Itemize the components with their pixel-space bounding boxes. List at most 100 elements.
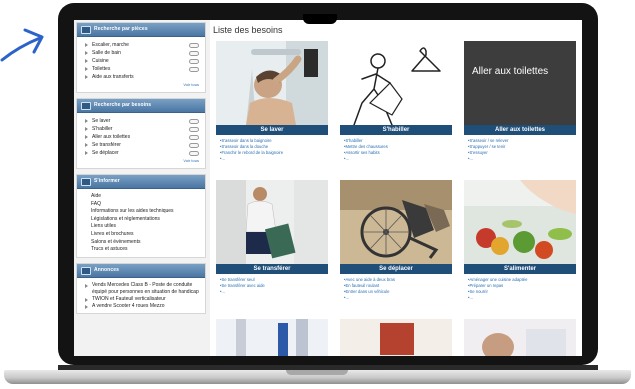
panel-icon: [81, 178, 91, 186]
card-label[interactable]: Se transférer: [216, 264, 328, 274]
card-overlay-text: Aller aux toilettes: [472, 66, 549, 77]
annonce-label: TWION et Fauteuil verticalisateur: [92, 295, 166, 302]
expand-triangle-icon: [85, 51, 88, 55]
info-link[interactable]: Salons et évènements: [91, 239, 199, 247]
card-link[interactable]: ...: [344, 295, 452, 301]
criterion-item[interactable]: Salle de bain: [85, 49, 199, 57]
card-photo-dressing-drawing[interactable]: [340, 41, 452, 125]
criterion-item[interactable]: Toilettes: [85, 65, 199, 73]
need-card-se-laver[interactable]: Se laver S'asseoir dans la baignoire S'a…: [216, 41, 328, 162]
laptop-screen: Recherche par pièces Escalier, marche Sa…: [74, 20, 582, 356]
expand-triangle-icon: [85, 67, 88, 71]
annonce-label: A vendre Scooter 4 roues Mezzo: [92, 302, 165, 309]
panel-title: Recherche par besoins: [94, 102, 152, 108]
card-photo-food[interactable]: [464, 180, 576, 264]
panel-header: Annonces: [77, 263, 205, 278]
expand-triangle-icon: [85, 297, 88, 302]
expand-triangle-icon: [85, 143, 88, 147]
info-link[interactable]: Législations et réglementations: [91, 216, 199, 224]
voir-tous-link[interactable]: Voir tous: [85, 81, 199, 89]
expand-triangle-icon: [85, 135, 88, 139]
panel-icon: [81, 266, 91, 275]
panel-header: S'informer: [77, 175, 205, 189]
info-link[interactable]: Trucs et astuces: [91, 246, 199, 254]
toggle-icon[interactable]: [189, 142, 199, 148]
criterion-label: Se transférer: [92, 142, 121, 148]
card-link[interactable]: ...: [220, 289, 328, 295]
need-card-aller-aux-toilettes[interactable]: Aller aux toilettes Aller aux toilettes …: [464, 41, 576, 162]
card-link-list: Avec une aide à deux bras En fauteuil ro…: [340, 274, 452, 301]
criterion-item[interactable]: S'habiller: [85, 125, 199, 133]
panel-header: Recherche par pièces: [77, 23, 205, 37]
need-card-row3-2[interactable]: [340, 319, 452, 356]
panel-icon: [81, 26, 91, 34]
scene: Recherche par pièces Escalier, marche Sa…: [0, 0, 635, 389]
panel-title: Annonces: [94, 266, 119, 273]
card-photo-transfer[interactable]: [216, 180, 328, 264]
expand-triangle-icon: [85, 127, 88, 131]
criterion-label: Se laver: [92, 118, 111, 124]
card-link[interactable]: ...: [220, 156, 328, 162]
need-card-salimenter[interactable]: S'alimenter Aménager une cuisine adaptée…: [464, 180, 576, 301]
card-label[interactable]: S'habiller: [340, 125, 452, 135]
criterion-item[interactable]: Se déplacer: [85, 149, 199, 157]
panel-title: Recherche par pièces: [94, 26, 148, 32]
card-photo-partial[interactable]: [340, 319, 452, 356]
toggle-icon[interactable]: [189, 42, 199, 48]
card-label[interactable]: Aller aux toilettes: [464, 125, 576, 135]
card-photo-partial[interactable]: [464, 319, 576, 356]
criterion-item[interactable]: Aide aux transferts: [85, 73, 199, 81]
need-card-row3-3[interactable]: [464, 319, 576, 356]
need-card-se-transferer[interactable]: Se transférer Se transférer seul Se tran…: [216, 180, 328, 295]
card-link-list: S'asseoir / se relever S'appuyer / se te…: [464, 135, 576, 162]
expand-triangle-icon: [85, 119, 88, 123]
card-photo-partial[interactable]: [216, 319, 328, 356]
toggle-icon[interactable]: [189, 126, 199, 132]
toggle-icon[interactable]: [189, 50, 199, 56]
page-title: Liste des besoins: [213, 25, 283, 35]
annonce-item[interactable]: Vends Mercedes Class B - Poste de condui…: [85, 282, 199, 296]
panel-recherche-besoins: Recherche par besoins Se laver S'habille…: [76, 98, 206, 169]
criterion-label: Toilettes: [92, 66, 111, 72]
voir-tous-link[interactable]: Voir tous: [85, 157, 199, 165]
card-link[interactable]: ...: [344, 156, 452, 162]
card-label[interactable]: Se laver: [216, 125, 328, 135]
annonce-item[interactable]: A vendre Scooter 4 roues Mezzo: [85, 303, 199, 310]
criterion-item[interactable]: Escalier, marche: [85, 41, 199, 49]
card-link-list: S'asseoir dans la baignoire S'asseoir da…: [216, 135, 328, 162]
criterion-item[interactable]: Se laver: [85, 117, 199, 125]
info-link[interactable]: Aide: [91, 193, 199, 201]
info-link[interactable]: Liens utiles: [91, 223, 199, 231]
panel-title: S'informer: [94, 178, 120, 184]
criterion-item[interactable]: Aller aux toilettes: [85, 133, 199, 141]
expand-triangle-icon: [85, 59, 88, 63]
need-card-row3-1[interactable]: [216, 319, 328, 356]
info-link[interactable]: Informations sur les aides techniques: [91, 208, 199, 216]
card-link[interactable]: ...: [468, 156, 576, 162]
card-link[interactable]: ...: [468, 295, 576, 301]
card-label[interactable]: Se déplacer: [340, 264, 452, 274]
annonce-item[interactable]: TWION et Fauteuil verticalisateur: [85, 296, 199, 303]
criterion-item[interactable]: Cuisine: [85, 57, 199, 65]
toggle-icon[interactable]: [189, 58, 199, 64]
criterion-item[interactable]: Se transférer: [85, 141, 199, 149]
info-link[interactable]: FAQ: [91, 201, 199, 209]
toggle-icon[interactable]: [189, 118, 199, 124]
card-label[interactable]: S'alimenter: [464, 264, 576, 274]
camera-notch: [303, 14, 337, 24]
toggle-icon[interactable]: [189, 66, 199, 72]
panel-recherche-pieces: Recherche par pièces Escalier, marche Sa…: [76, 22, 206, 93]
card-photo-toilets[interactable]: Aller aux toilettes: [464, 41, 576, 125]
need-card-se-deplacer[interactable]: Se déplacer Avec une aide à deux bras En…: [340, 180, 452, 301]
expand-triangle-icon: [85, 151, 88, 155]
info-link[interactable]: Livres et brochures: [91, 231, 199, 239]
main-content: Liste des besoins Se laver • S'asseoir d…: [210, 20, 582, 356]
toggle-icon[interactable]: [189, 150, 199, 156]
criterion-label: Se déplacer: [92, 150, 119, 156]
card-photo-wheelchair[interactable]: [340, 180, 452, 264]
toggle-icon[interactable]: [189, 134, 199, 140]
criterion-label: S'habiller: [92, 126, 113, 132]
sidebar: Recherche par pièces Escalier, marche Sa…: [76, 22, 206, 319]
need-card-shabiller[interactable]: S'habiller S'habiller Mettre des chaussu…: [340, 41, 452, 162]
card-photo-shower[interactable]: [216, 41, 328, 125]
